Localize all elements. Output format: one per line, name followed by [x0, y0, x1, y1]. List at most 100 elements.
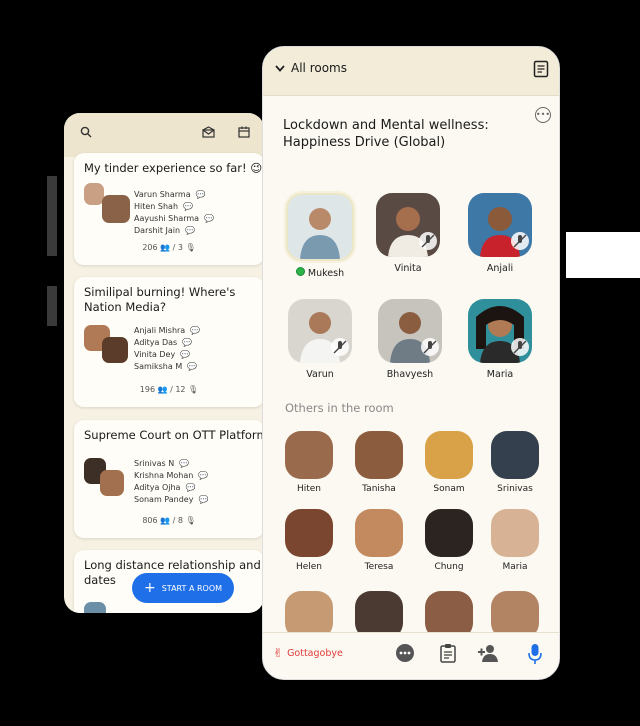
room-detail-header: All rooms: [263, 47, 559, 96]
avatar: [100, 470, 124, 496]
speaker-name: Darshit Jain 💬: [134, 226, 196, 235]
speaker-tile[interactable]: Maria: [465, 299, 535, 380]
leave-room-button[interactable]: ✌ Gottagobye: [273, 646, 343, 660]
avatar: [425, 431, 473, 479]
room-card-speakers: Anjali Mishra 💬 Aditya Das 💬 Vinita Dey 💬 S…: [134, 325, 200, 373]
calendar-icon[interactable]: [238, 126, 250, 142]
speaker-tile[interactable]: Varun: [285, 299, 355, 380]
chat-bubble-icon: 💬: [187, 362, 198, 371]
speaker-name: Bhavyesh: [386, 369, 434, 380]
listener-name: Helen: [295, 562, 323, 572]
all-rooms-label: All rooms: [291, 61, 347, 75]
room-card-avatars: [84, 325, 132, 365]
room-card-stats: 206 👥 / 3 🎙: [142, 243, 196, 252]
avatar: [286, 193, 354, 261]
room-card[interactable]: My tinder experience so far! 😉 Varun Sha…: [74, 153, 264, 265]
room-action-bar: ✌ Gottagobye: [263, 632, 559, 679]
avatar: [285, 509, 333, 557]
speaker-tile[interactable]: Bhavyesh: [375, 299, 445, 380]
listener-tile[interactable]: Teresa: [349, 509, 409, 572]
clipboard-icon[interactable]: [439, 643, 457, 667]
add-person-icon[interactable]: [477, 643, 499, 667]
mic-muted-icon: [421, 338, 439, 356]
room-card-stats: 196 👥 / 12 🎙: [139, 385, 199, 394]
chat-bubble-icon: 💬: [204, 214, 215, 223]
chat-bubble-icon: 💬: [185, 483, 196, 492]
speaker-name: Varun Sharma 💬: [134, 190, 206, 199]
avatar: [102, 337, 128, 363]
listener-name: Srinivas: [497, 484, 533, 494]
plus-icon: +: [143, 580, 156, 596]
room-list-screen: My tinder experience so far! 😉 Varun Sha…: [64, 113, 264, 613]
room-card-avatars: [84, 183, 132, 223]
room-title: Lockdown and Mental wellness: Happiness …: [283, 118, 489, 150]
avatar: [425, 509, 473, 557]
speaker-name: Srinivas N 💬: [134, 459, 190, 468]
background-decor-right: [566, 232, 640, 278]
speaker-name: Hiten Shah 💬: [134, 202, 193, 211]
speaker-name: Samiksha M 💬: [134, 362, 198, 371]
room-card-title: Similipal burning! Where's Nation Media?: [84, 285, 236, 314]
room-card-avatars: [84, 458, 132, 498]
listener-name: Sonam: [433, 484, 465, 494]
leave-room-label: Gottagobye: [287, 647, 343, 659]
background-decor-left-upper: [47, 176, 57, 256]
start-room-label: START A ROOM: [161, 583, 223, 593]
speaker-name: Aayushi Sharma 💬: [134, 214, 215, 223]
speaker-tile[interactable]: Anjali: [465, 193, 535, 274]
start-room-button[interactable]: + START A ROOM: [132, 573, 234, 603]
listener-name: Maria: [502, 562, 528, 572]
listener-name: Tanisha: [362, 484, 396, 494]
speaker-name: Vinita: [394, 263, 422, 274]
more-options-icon[interactable]: •••: [535, 107, 551, 123]
room-detail-screen: All rooms ••• Lockdown and Mental wellne…: [262, 46, 560, 680]
speaker-name: Krishna Mohan 💬: [134, 471, 209, 480]
chat-bubble-icon: 💬: [182, 338, 193, 347]
listener-tile[interactable]: Srinivas: [485, 431, 545, 494]
notes-icon[interactable]: [533, 60, 549, 82]
room-card-speakers: Srinivas N 💬 Krishna Mohan 💬 Aditya Ojha 💬 …: [134, 458, 208, 506]
room-card[interactable]: Similipal burning! Where's Nation Media?…: [74, 277, 264, 407]
speaker-name: Sonam Pandey 💬: [134, 495, 209, 504]
active-speaker-dot: [295, 267, 305, 276]
room-card-speakers: Varun Sharma 💬 Hiten Shah 💬 Aayushi Sharma…: [134, 189, 214, 237]
others-in-room-label: Others in the room: [285, 401, 394, 415]
chat-bubble-icon: 💬: [198, 495, 209, 504]
listener-tile[interactable]: Helen: [279, 509, 339, 572]
inbox-icon[interactable]: [202, 126, 215, 142]
avatar: [84, 183, 104, 205]
listener-tile[interactable]: Tanisha: [349, 431, 409, 494]
chat-icon[interactable]: [395, 643, 415, 667]
listener-name: Chung: [434, 562, 464, 572]
chat-bubble-icon: 💬: [198, 471, 209, 480]
speaker-tile[interactable]: Mukesh: [285, 193, 355, 279]
room-card-title: My tinder experience so far! 😉: [84, 161, 263, 175]
speaker-tile[interactable]: Vinita: [373, 193, 443, 274]
listener-name: Hiten: [296, 484, 322, 494]
listener-tile[interactable]: Chung: [419, 509, 479, 572]
listener-name: Teresa: [364, 562, 394, 572]
search-icon[interactable]: [80, 126, 92, 142]
room-card[interactable]: Supreme Court on OTT Platforms Srinivas …: [74, 420, 264, 538]
speaker-name: Anjali Mishra 💬: [134, 326, 201, 335]
room-card-stats: 806 👥 / 8 🎙: [142, 516, 196, 525]
speaker-name: Aditya Ojha 💬: [134, 483, 196, 492]
avatar: [84, 602, 106, 613]
listener-tile[interactable]: Maria: [485, 509, 545, 572]
wave-hand-icon: ✌: [273, 646, 284, 660]
room-card-title: Supreme Court on OTT Platforms: [84, 428, 264, 442]
avatar: [285, 431, 333, 479]
microphone-icon[interactable]: [527, 643, 543, 669]
listener-tile[interactable]: Sonam: [419, 431, 479, 494]
speaker-name: Maria: [486, 369, 514, 380]
speaker-name: Aditya Das 💬: [134, 338, 193, 347]
avatar: [491, 509, 539, 557]
avatar: [355, 509, 403, 557]
mic-muted-icon: [511, 232, 529, 250]
chat-bubble-icon: 💬: [195, 190, 206, 199]
speaker-name: Varun: [306, 369, 334, 380]
mic-muted-icon: [511, 338, 529, 356]
speaker-name: Anjali: [486, 263, 514, 274]
all-rooms-dropdown[interactable]: All rooms: [275, 61, 347, 75]
listener-tile[interactable]: Hiten: [279, 431, 339, 494]
